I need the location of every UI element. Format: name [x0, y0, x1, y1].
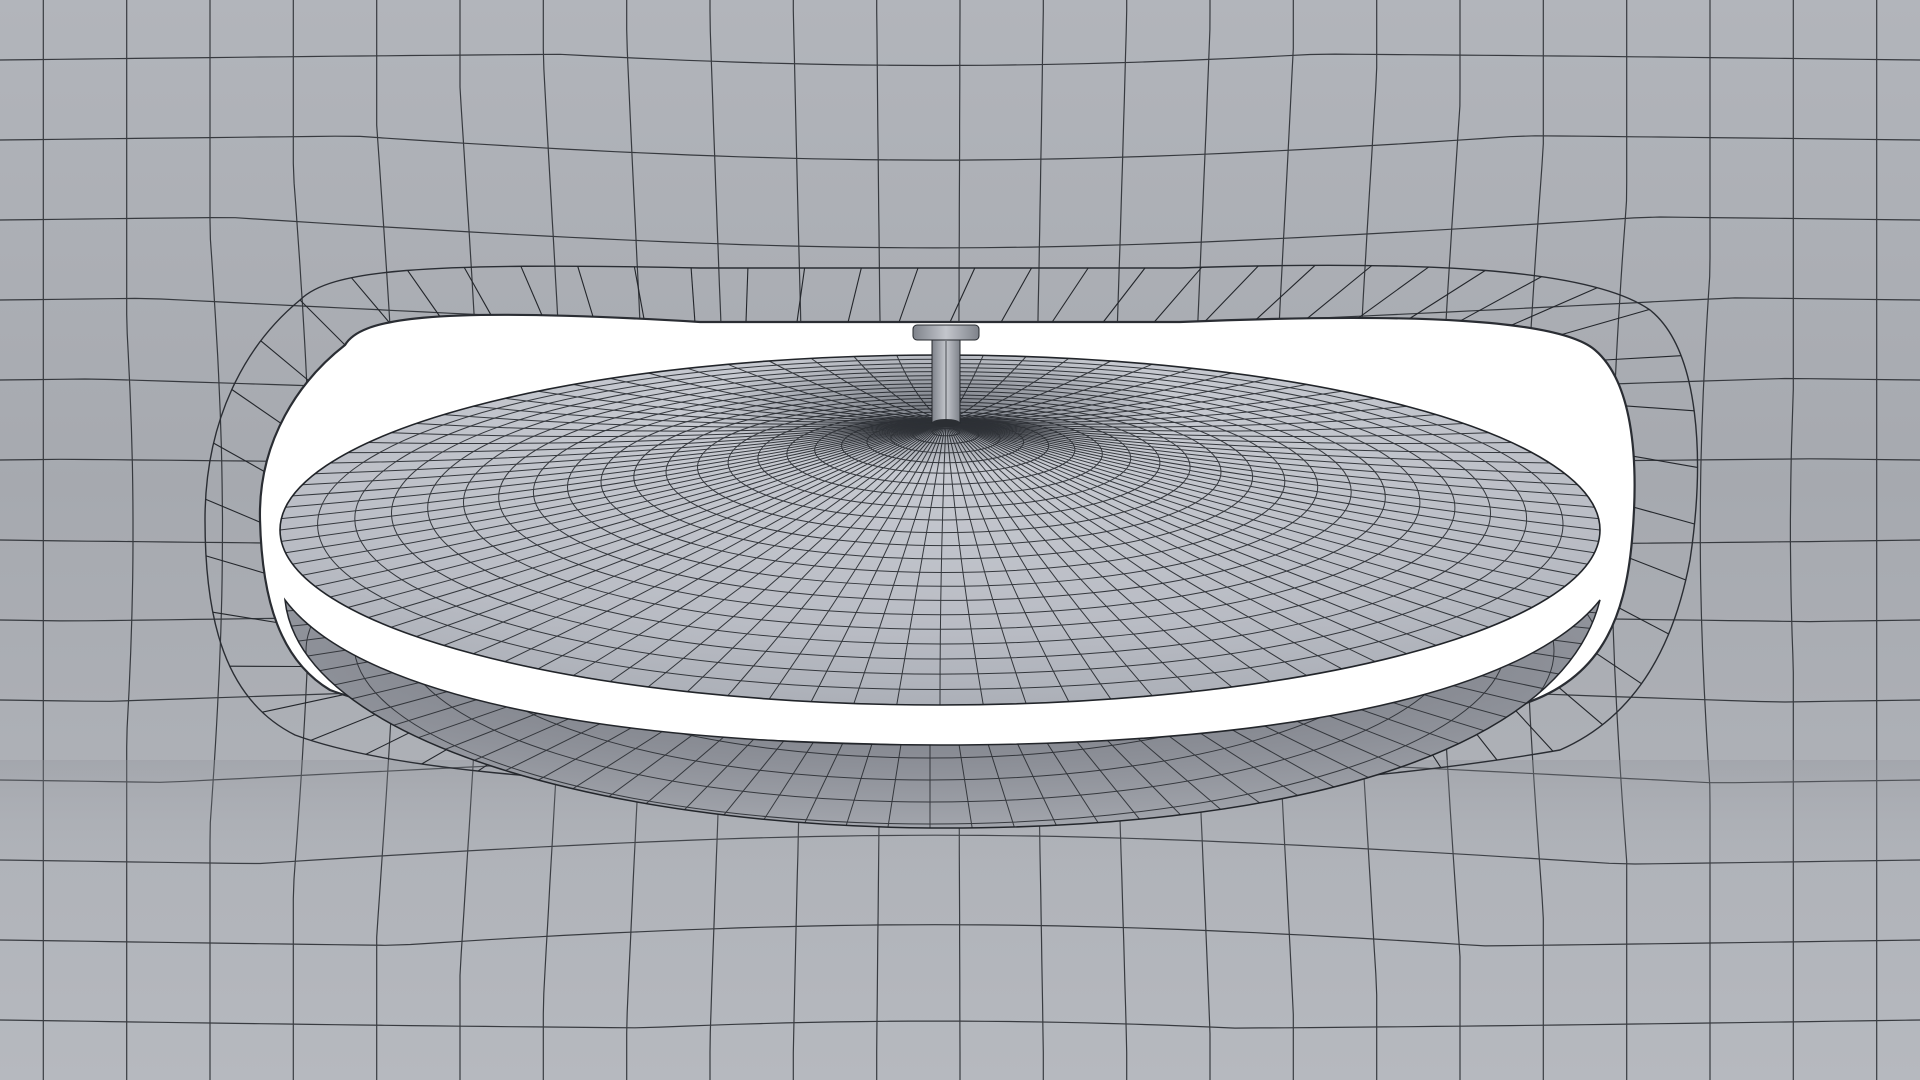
- viewport-3d[interactable]: [0, 0, 1920, 1080]
- wireframe-scene: [0, 0, 1920, 1080]
